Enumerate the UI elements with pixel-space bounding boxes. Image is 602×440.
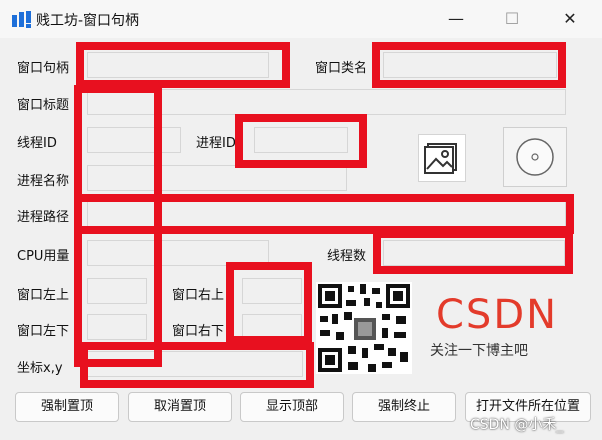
process-name-field[interactable] [87, 165, 347, 191]
window-bottomleft-label: 窗口左下 [17, 324, 70, 339]
window-topleft-label: 窗口左上 [17, 288, 70, 303]
window-title: 贱工坊-窗口句柄 [36, 13, 140, 29]
coordinate-field[interactable] [87, 351, 303, 377]
window-title-field[interactable] [87, 89, 566, 115]
qr-code-image [316, 282, 412, 374]
force-terminate-button[interactable]: 强制终止 [352, 392, 456, 422]
process-name-label: 进程名称 [17, 174, 70, 189]
process-id-field[interactable] [254, 127, 348, 153]
window-bottomright-label: 窗口右下 [172, 324, 225, 339]
thread-id-label: 线程ID [17, 136, 57, 151]
window-topright-label: 窗口右上 [172, 288, 225, 303]
app-logo-icon [12, 11, 31, 28]
title-bar[interactable]: 贱工坊-窗口句柄 — ☐ ✕ [0, 0, 602, 38]
class-name-field[interactable] [383, 52, 557, 78]
maximize-button[interactable]: ☐ [500, 8, 524, 30]
screenshot-button[interactable] [418, 134, 466, 182]
cpu-usage-field[interactable] [87, 240, 269, 266]
process-path-label: 进程路径 [17, 210, 70, 225]
close-button[interactable]: ✕ [558, 8, 582, 30]
cancel-topmost-button[interactable]: 取消置顶 [128, 392, 232, 422]
thread-id-field[interactable] [87, 127, 181, 153]
csdn-logo: CSDN [436, 292, 559, 338]
thread-count-field[interactable] [383, 240, 565, 266]
window-bottomleft-field[interactable] [87, 314, 147, 340]
target-icon [516, 138, 554, 176]
force-topmost-button[interactable]: 强制置顶 [15, 392, 119, 422]
window-topleft-field[interactable] [87, 278, 147, 304]
process-path-field[interactable] [87, 201, 566, 227]
follow-text: 关注一下博主吧 [430, 343, 528, 359]
cpu-usage-label: CPU用量 [17, 249, 70, 264]
class-name-label: 窗口类名 [315, 61, 368, 76]
main-window: 贱工坊-窗口句柄 — ☐ ✕ 窗口句柄 窗口类名 窗口标题 线程ID 进程ID … [0, 0, 602, 440]
hwnd-field[interactable] [87, 52, 269, 78]
image-icon [424, 143, 457, 174]
hwnd-label: 窗口句柄 [17, 61, 70, 76]
coordinate-label: 坐标x,y [17, 361, 63, 376]
csdn-watermark: CSDN @小禾_ [470, 417, 564, 433]
process-id-label: 进程ID [196, 136, 236, 151]
minimize-button[interactable]: — [444, 8, 468, 30]
window-title-label: 窗口标题 [17, 98, 70, 113]
show-top-button[interactable]: 显示顶部 [240, 392, 344, 422]
thread-count-label: 线程数 [327, 249, 367, 264]
window-topright-field[interactable] [242, 278, 302, 304]
window-bottomright-field[interactable] [242, 314, 302, 340]
target-finder-handle[interactable] [503, 127, 567, 187]
